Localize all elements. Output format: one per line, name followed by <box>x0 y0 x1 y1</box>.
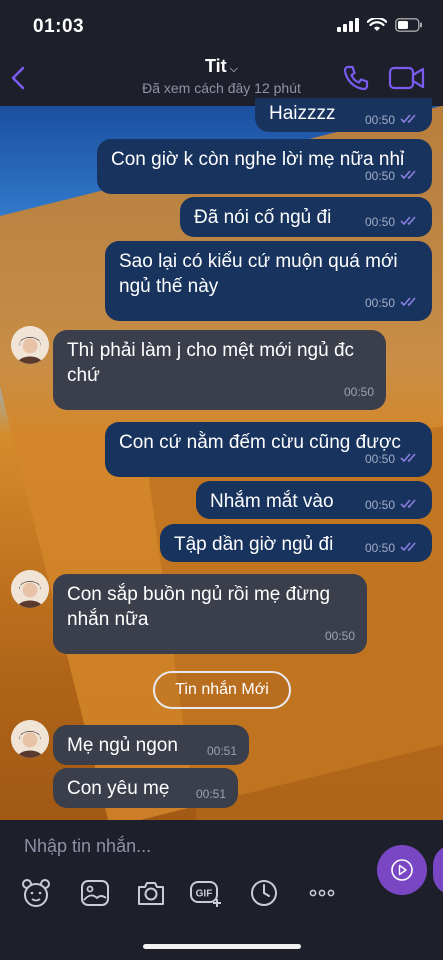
svg-text:GIF: GIF <box>196 889 213 900</box>
message-meta: 00:50 <box>365 108 420 133</box>
clock-icon[interactable] <box>249 878 279 908</box>
camera-icon[interactable] <box>136 878 166 908</box>
message-bubble-outgoing[interactable]: Nhắm mắt vào 00:50 <box>196 481 432 519</box>
send-voice-button[interactable] <box>377 845 427 895</box>
message-bubble-outgoing[interactable]: Đã nói cố ngủ đi 00:50 <box>180 197 432 237</box>
play-circle-icon <box>391 859 413 881</box>
message-meta: 00:51 <box>196 782 226 807</box>
message-bubble-outgoing[interactable]: Tập dần giờ ngủ đi 00:50 <box>160 524 432 562</box>
seen-check-icon <box>400 164 420 189</box>
last-seen-status: Đã xem cách đây 12 phút <box>142 80 301 96</box>
message-time: 00:50 <box>364 113 395 127</box>
status-time: 01:03 <box>33 16 85 37</box>
system-icons <box>337 18 423 32</box>
message-meta: 00:50 <box>365 493 420 518</box>
message-bubble-incoming[interactable]: Thì phải làm j cho mệt mới ngủ đc chứ 00… <box>53 330 386 410</box>
battery-icon <box>395 18 422 32</box>
message-bubble-incoming[interactable]: Con sắp buồn ngủ rồi mẹ đừng nhắn nữa 00… <box>53 574 367 654</box>
phone-icon[interactable] <box>342 64 370 92</box>
message-time: 00:50 <box>324 629 355 643</box>
contact-avatar[interactable] <box>11 570 49 608</box>
message-bubble-outgoing[interactable]: Haizzzz 00:50 <box>255 98 432 132</box>
message-meta: 00:50 <box>365 164 420 189</box>
message-meta: 00:50 <box>365 536 420 561</box>
message-input[interactable]: Nhập tin nhắn... <box>24 836 151 857</box>
seen-check-icon <box>400 447 420 472</box>
seen-check-icon <box>400 210 420 235</box>
seen-check-icon <box>400 536 420 561</box>
message-bubble-incoming[interactable]: Mẹ ngủ ngon 00:51 <box>53 725 249 765</box>
new-messages-divider: Tin nhắn Mới <box>153 671 291 709</box>
video-call-icon[interactable] <box>388 65 426 91</box>
sticker-icon[interactable] <box>20 878 52 908</box>
message-bubble-outgoing[interactable]: Con cứ nằm đếm cừu cũng được 00:50 <box>105 422 432 477</box>
message-time: 00:50 <box>364 452 395 466</box>
seen-check-icon <box>400 493 420 518</box>
status-bar: 01:03 <box>0 0 443 52</box>
contact-avatar[interactable] <box>11 326 49 364</box>
message-time: 00:50 <box>364 296 395 310</box>
message-bubble-incoming[interactable]: Con yêu mẹ 00:51 <box>53 768 238 808</box>
message-meta: 00:50 <box>365 210 420 235</box>
message-text: Thì phải làm j cho mệt mới ngủ đc chứ <box>67 340 355 386</box>
message-meta: 00:50 <box>325 624 355 649</box>
gif-icon[interactable]: GIF <box>189 878 225 908</box>
message-time: 00:51 <box>195 787 226 801</box>
message-time: 00:51 <box>206 744 237 758</box>
message-time: 00:50 <box>364 498 395 512</box>
seen-check-icon <box>400 291 420 316</box>
gallery-icon[interactable] <box>80 878 110 908</box>
signal-icon <box>337 18 359 32</box>
message-time: 00:50 <box>343 385 374 399</box>
message-meta: 00:50 <box>365 291 420 316</box>
message-meta: 00:50 <box>365 447 420 472</box>
message-time: 00:50 <box>364 169 395 183</box>
message-meta: 00:51 <box>207 739 237 764</box>
home-indicator[interactable] <box>143 944 301 949</box>
message-meta: 00:50 <box>344 380 374 405</box>
contact-avatar[interactable] <box>11 720 49 758</box>
message-bubble-outgoing[interactable]: Con giờ k còn nghe lời mẹ nữa nhỉ 00:50 <box>97 139 432 194</box>
message-text: Con sắp buồn ngủ rồi mẹ đừng nhắn nữa <box>67 584 331 630</box>
seen-check-icon <box>400 108 420 133</box>
message-time: 00:50 <box>364 541 395 555</box>
contact-name[interactable]: Tit ⌵ <box>0 56 443 77</box>
message-bubble-outgoing[interactable]: Sao lại có kiểu cứ muộn quá mới ngủ thế … <box>105 241 432 321</box>
chevron-down-icon: ⌵ <box>229 63 238 75</box>
more-icon[interactable] <box>307 878 337 908</box>
message-time: 00:50 <box>364 215 395 229</box>
wifi-icon <box>367 18 387 31</box>
